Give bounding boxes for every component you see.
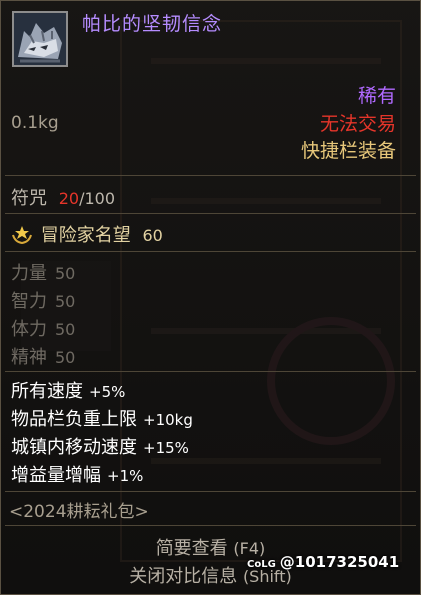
wolf-head-icon	[12, 11, 68, 67]
stat-label: 力量	[11, 263, 47, 284]
divider	[5, 251, 416, 252]
bonus-value: +15%	[143, 439, 189, 457]
item-tooltip: 帕比的坚韧信念 稀有 0.1kg 无法交易 快捷栏装备 符咒 20/100 冒险…	[0, 0, 421, 595]
talisman-current: 20	[58, 189, 80, 208]
stat-value: 50	[55, 264, 76, 283]
talisman-row: 符咒 20/100	[11, 184, 115, 210]
stat-row-spirit: 精神 50	[11, 343, 75, 369]
bonus-label: 所有速度	[11, 381, 83, 402]
bonus-label: 城镇内移动速度	[11, 437, 137, 458]
fame-value: 60	[142, 226, 163, 245]
stat-label: 智力	[11, 291, 47, 312]
divider	[5, 213, 416, 214]
watermark-brand: CoLG	[247, 559, 276, 570]
bonus-value: +1%	[107, 467, 144, 485]
bonus-value: +10kg	[143, 411, 193, 429]
trade-status: 无法交易	[319, 113, 396, 135]
talisman-max: /100	[79, 189, 116, 208]
bonus-label: 增益量增幅	[11, 465, 101, 486]
fame-row: 冒险家名望 60	[11, 221, 163, 247]
talisman-label: 符咒	[11, 188, 47, 209]
bonus-row-town-move-speed: 城镇内移动速度 +15%	[11, 433, 189, 459]
stat-label: 精神	[11, 347, 47, 368]
stat-row-vitality: 体力 50	[11, 315, 75, 341]
watermark-text: @1017325041	[279, 553, 400, 571]
stat-label: 体力	[11, 319, 47, 340]
laurel-icon	[12, 226, 32, 245]
equip-slot-label: 快捷栏装备	[300, 140, 396, 162]
bonus-label: 物品栏负重上限	[11, 409, 137, 430]
item-name: 帕比的坚韧信念	[82, 13, 223, 35]
bonus-row-weight-limit: 物品栏负重上限 +10kg	[11, 405, 193, 431]
tooltip-header: 帕比的坚韧信念	[1, 1, 420, 79]
stat-row-intelligence: 智力 50	[11, 287, 75, 313]
compare-label: 关闭对比信息	[129, 566, 238, 587]
summary-label: 简要查看	[155, 538, 228, 559]
divider	[5, 491, 416, 492]
item-weight: 0.1kg	[11, 113, 59, 133]
divider	[5, 525, 416, 526]
bonus-value: +5%	[89, 383, 126, 401]
bonus-row-buff-amp: 增益量增幅 +1%	[11, 461, 143, 487]
stat-value: 50	[55, 292, 76, 311]
watermark: CoLG @1017325041	[247, 553, 399, 571]
fame-label: 冒险家名望	[40, 225, 131, 246]
divider	[5, 175, 416, 176]
bonus-row-all-speed: 所有速度 +5%	[11, 377, 125, 403]
stat-value: 50	[55, 320, 76, 339]
divider	[5, 371, 416, 372]
rarity-label: 稀有	[357, 85, 396, 107]
stat-row-strength: 力量 50	[11, 259, 75, 285]
stat-value: 50	[55, 348, 76, 367]
package-name: <2024耕耘礼包>	[9, 502, 149, 522]
